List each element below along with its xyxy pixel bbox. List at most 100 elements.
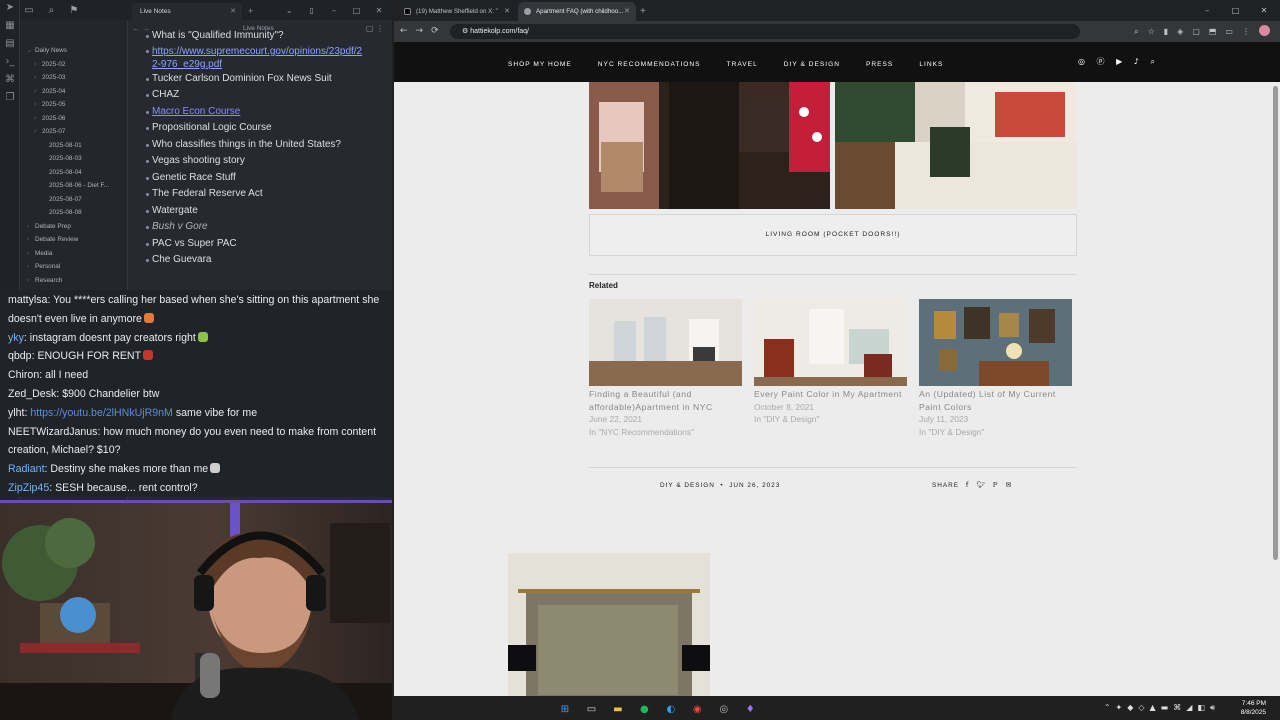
spotify-icon[interactable]: ● bbox=[635, 701, 653, 719]
calendar-icon[interactable]: ▤ bbox=[0, 38, 20, 54]
post-category[interactable]: DIY & DESIGN bbox=[660, 482, 715, 489]
chevron-down-icon[interactable]: ⌄ bbox=[27, 44, 35, 58]
tree-item[interactable]: ⌄ Daily News bbox=[20, 44, 127, 58]
tree-item[interactable]: › Personal bbox=[20, 260, 127, 274]
maximize-icon[interactable]: □ bbox=[1224, 0, 1248, 21]
tiktok-icon[interactable]: ♪ bbox=[1134, 42, 1139, 82]
facebook-icon[interactable]: f bbox=[966, 481, 969, 489]
site-nav-item[interactable]: PRESS bbox=[866, 45, 893, 85]
bookmark-icon[interactable]: ⚑ bbox=[65, 1, 83, 21]
sidebar-toggle-icon[interactable]: ▯ bbox=[303, 1, 321, 21]
chat-username[interactable]: Radiant bbox=[8, 463, 45, 475]
chevron-right-icon[interactable]: › bbox=[27, 220, 35, 234]
tree-item[interactable]: 2025-08-07 bbox=[20, 193, 127, 207]
tree-item[interactable]: › 2025-05 bbox=[20, 98, 127, 112]
clock[interactable]: 7:46 PM 8/8/2025 bbox=[1241, 699, 1266, 717]
chevron-right-icon[interactable]: › bbox=[34, 112, 42, 126]
close-icon[interactable]: ✕ bbox=[624, 2, 630, 21]
close-icon[interactable]: ✕ bbox=[230, 3, 236, 20]
site-nav-item[interactable]: TRAVEL bbox=[727, 45, 758, 85]
chat-username[interactable]: qbdp bbox=[8, 350, 32, 362]
chrome-icon[interactable]: ◉ bbox=[688, 701, 706, 719]
email-icon[interactable]: ✉ bbox=[1005, 481, 1012, 489]
url-input[interactable]: ⚙ hattiekolp.com/faq/ bbox=[450, 24, 1080, 39]
chat-username[interactable]: Zed_Desk bbox=[8, 388, 56, 400]
chevron-right-icon[interactable]: › bbox=[34, 71, 42, 85]
close-icon[interactable]: ✕ bbox=[370, 1, 388, 21]
related-post[interactable]: An (Updated) List of My Current Paint Co… bbox=[919, 299, 1072, 438]
browser-toolbar-icons[interactable]: ⌕☆▮◈▢⬒▭⋮ bbox=[1134, 21, 1270, 42]
site-info-icon[interactable]: ⚙ bbox=[462, 28, 470, 35]
chat-username[interactable]: ZipZip45 bbox=[8, 482, 49, 494]
system-tray[interactable]: ⌃✦◆◇▲▬⌘◢◧🔊︎ bbox=[1104, 696, 1220, 720]
copy-icon[interactable]: ❐ bbox=[0, 92, 20, 108]
note-link[interactable]: Macro Econ Course bbox=[146, 104, 380, 121]
network-icon[interactable]: ⌘ bbox=[0, 74, 20, 90]
site-nav-item[interactable]: SHOP MY HOME bbox=[508, 45, 572, 85]
related-thumbnail[interactable] bbox=[589, 299, 742, 386]
tree-item[interactable]: › Research bbox=[20, 274, 127, 288]
chat-username[interactable]: ylht bbox=[8, 407, 25, 419]
start-icon[interactable]: ⊞ bbox=[556, 701, 574, 719]
tree-item[interactable]: 2025-08-04 bbox=[20, 166, 127, 180]
site-nav-item[interactable]: DIY & DESIGN bbox=[784, 45, 840, 85]
new-tab-button[interactable]: + bbox=[640, 2, 646, 21]
chevron-right-icon[interactable]: › bbox=[27, 233, 35, 247]
related-post[interactable]: Every Paint Color in My Apartment Octobe… bbox=[754, 299, 907, 426]
profile-avatar[interactable] bbox=[1259, 25, 1270, 36]
tab-live-notes[interactable]: Live Notes ✕ bbox=[132, 3, 242, 20]
chevron-right-icon[interactable]: › bbox=[34, 125, 42, 139]
chat-username[interactable]: yky bbox=[8, 332, 24, 344]
tree-item[interactable]: 2025-08-06 - Diet F... bbox=[20, 179, 127, 193]
edge-icon[interactable]: ◐ bbox=[662, 701, 680, 719]
chevron-right-icon[interactable]: › bbox=[27, 260, 35, 274]
related-thumbnail[interactable] bbox=[754, 299, 907, 386]
page-scrollbar[interactable] bbox=[1273, 86, 1278, 560]
close-icon[interactable]: ✕ bbox=[504, 2, 510, 21]
tree-item[interactable]: › 2025-06 bbox=[20, 112, 127, 126]
chevron-right-icon[interactable]: › bbox=[27, 274, 35, 288]
obs-icon[interactable]: ◎ bbox=[715, 701, 733, 719]
related-post[interactable]: Finding a Beautiful (and affordable)Apar… bbox=[589, 299, 742, 438]
related-thumbnail[interactable] bbox=[919, 299, 1072, 386]
chevron-right-icon[interactable]: › bbox=[27, 247, 35, 261]
chat-link[interactable]: https://youtu.be/2lHNkUjR9nM bbox=[30, 407, 173, 419]
minimize-icon[interactable]: – bbox=[1195, 0, 1219, 21]
obsidian-icon[interactable]: ♦ bbox=[741, 701, 759, 719]
search-icon[interactable]: ⌕ bbox=[1150, 42, 1154, 82]
browser-tab-faq[interactable]: Apartment FAQ (with childhoo... ✕ bbox=[518, 2, 636, 21]
task-view-icon[interactable]: ▭ bbox=[582, 701, 600, 719]
chat-username[interactable]: mattylsa bbox=[8, 294, 47, 306]
youtube-icon[interactable]: ▶ bbox=[1116, 42, 1122, 82]
pinterest-icon[interactable]: ⓟ bbox=[1097, 42, 1105, 82]
minimize-icon[interactable]: – bbox=[325, 1, 343, 21]
terminal-icon[interactable]: ›_ bbox=[0, 56, 20, 72]
site-nav-item[interactable]: NYC RECOMMENDATIONS bbox=[598, 45, 701, 85]
pinterest-icon[interactable]: ℙ bbox=[993, 481, 999, 489]
chat-username[interactable]: Chiron bbox=[8, 369, 39, 381]
grid-icon[interactable]: ▦ bbox=[0, 20, 20, 36]
file-explorer-icon[interactable]: ▬ bbox=[609, 701, 627, 719]
tree-item[interactable]: 2025-08-08 bbox=[20, 206, 127, 220]
tree-item[interactable]: › 2025-04 bbox=[20, 85, 127, 99]
related-title[interactable]: Finding a Beautiful (and affordable)Apar… bbox=[589, 388, 742, 413]
tree-item[interactable]: 2025-08-01 bbox=[20, 139, 127, 153]
tree-item[interactable]: › Debate Prep bbox=[20, 220, 127, 234]
instagram-icon[interactable]: ◎ bbox=[1078, 42, 1085, 82]
related-title[interactable]: An (Updated) List of My Current Paint Co… bbox=[919, 388, 1072, 413]
search-icon[interactable]: ⌕ bbox=[42, 1, 60, 21]
tree-item[interactable]: › 2025-02 bbox=[20, 58, 127, 72]
chevron-right-icon[interactable]: › bbox=[34, 98, 42, 112]
tree-item[interactable]: › 2025-07 bbox=[20, 125, 127, 139]
chevron-right-icon[interactable]: › bbox=[34, 58, 42, 72]
tree-item[interactable]: › 2025-03 bbox=[20, 71, 127, 85]
tree-item[interactable]: › Debate Review bbox=[20, 233, 127, 247]
twitter-icon[interactable]: 🐦︎ bbox=[976, 481, 986, 489]
chevron-right-icon[interactable]: › bbox=[34, 85, 42, 99]
send-icon[interactable]: ➤ bbox=[0, 2, 20, 18]
tree-item[interactable]: › Media bbox=[20, 247, 127, 261]
nav-buttons[interactable]: ←→⟳ bbox=[400, 21, 447, 42]
note-link[interactable]: https://www.supremecourt.gov/opinions/23… bbox=[146, 45, 366, 71]
maximize-icon[interactable]: □ bbox=[348, 1, 366, 21]
chevron-down-icon[interactable]: ⌄ bbox=[280, 1, 298, 21]
